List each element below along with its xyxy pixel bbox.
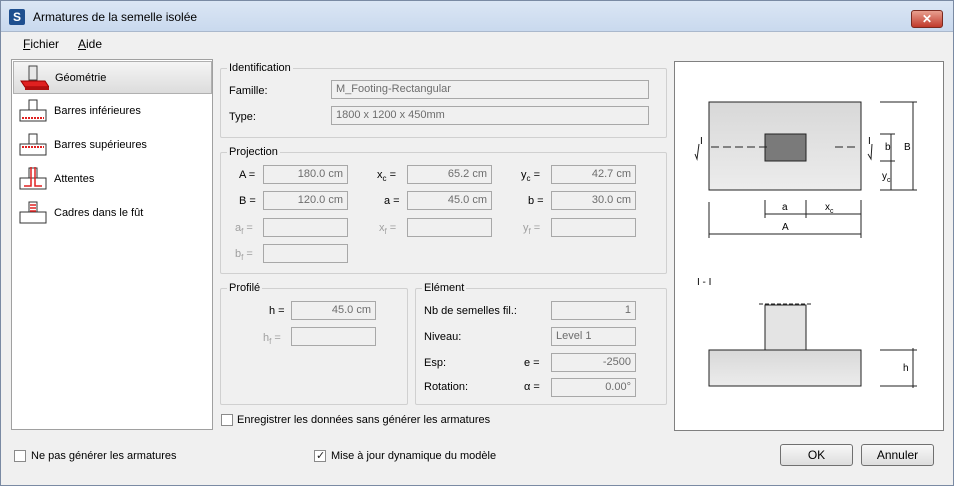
yc-label: yc = [521, 169, 540, 184]
ok-button[interactable]: OK [780, 444, 853, 466]
e-label: e = [524, 357, 540, 369]
famille-label: Famille: [229, 85, 268, 97]
close-button[interactable]: ✕ [911, 10, 943, 28]
nb-label: Nb de semelles fil.: [424, 305, 517, 317]
save-data-checkbox[interactable] [221, 414, 233, 426]
dim-B: B [904, 142, 911, 153]
B-label: B = [239, 195, 256, 207]
niveau-label: Niveau: [424, 331, 462, 343]
a-field[interactable]: 45.0 cm [407, 191, 492, 210]
nav-item-cadres-fut[interactable]: Cadres dans le fût [13, 197, 212, 230]
type-label: Type: [229, 111, 256, 123]
menu-fichier[interactable]: Fichier [23, 37, 59, 51]
famille-field[interactable]: M_Footing-Rectangular [331, 80, 649, 99]
footing-drawing: I I a xc A b B yc I - I h [694, 101, 917, 388]
no-generate-label: Ne pas générer les armatures [31, 450, 177, 462]
esp-label: Esp: [424, 357, 447, 369]
dim-yc: yc [882, 171, 891, 184]
dim-h: h [903, 363, 909, 374]
nav-item-barres-inferieures[interactable]: Barres inférieures [13, 95, 212, 128]
bf-field[interactable] [263, 244, 348, 263]
type-field[interactable]: 1800 x 1200 x 450mm [331, 106, 649, 125]
element-legend: Elément [422, 282, 467, 294]
e-field[interactable]: -2500 [551, 353, 636, 372]
alpha-label: α = [524, 381, 540, 393]
nav-item-barres-superieures[interactable]: Barres supérieures [13, 129, 212, 162]
a-label: a = [384, 195, 400, 207]
A-label: A = [239, 169, 256, 181]
dim-b: b [885, 142, 891, 153]
nav-item-attentes[interactable]: Attentes [13, 163, 212, 196]
section-marker-left: I [700, 136, 703, 147]
xf-label: xf = [379, 222, 397, 237]
pier-stirrups-icon [19, 201, 47, 224]
section-pier [764, 304, 807, 351]
nav-label: Cadres dans le fût [54, 207, 144, 219]
xc-field[interactable]: 65.2 cm [407, 165, 492, 184]
dynamic-update-label: Mise à jour dynamique du modèle [331, 450, 497, 462]
dim-a: a [782, 202, 788, 213]
nav-label: Barres inférieures [54, 105, 141, 117]
xc-label: xc = [377, 169, 396, 184]
plan-pier [764, 133, 807, 162]
dim-xc: xc [825, 202, 834, 215]
bf-label: bf = [235, 248, 253, 263]
footing-geometry-icon [20, 65, 49, 90]
nb-field[interactable]: 1 [551, 301, 636, 320]
B-field[interactable]: 120.0 cm [263, 191, 348, 210]
section-title: I - I [697, 277, 711, 288]
dim-A: A [782, 222, 789, 233]
rotation-label: Rotation: [424, 381, 469, 393]
dialog-window: S Armatures de la semelle isolée ✕ Fichi… [0, 0, 954, 486]
footing-preview: I I a xc A b B yc I - I h [674, 61, 944, 431]
identification-legend: Identification [227, 62, 293, 74]
category-list: Géométrie Barres inférieures Barres supé… [11, 59, 213, 430]
af-field[interactable] [263, 218, 348, 237]
bottom-bars-icon [19, 99, 47, 122]
projection-legend: Projection [227, 146, 280, 158]
no-generate-checkbox[interactable] [14, 450, 26, 462]
hf-field[interactable] [291, 327, 376, 346]
nav-label: Attentes [54, 173, 95, 185]
A-field[interactable]: 180.0 cm [263, 165, 348, 184]
hf-label: hf = [263, 332, 281, 347]
nav-label: Barres supérieures [54, 139, 147, 151]
yf-label: yf = [523, 222, 541, 237]
af-label: af = [235, 222, 253, 237]
menu-aide[interactable]: Aide [78, 37, 102, 51]
yf-field[interactable] [551, 218, 636, 237]
starter-bars-icon [19, 167, 47, 190]
b-label: b = [528, 195, 544, 207]
xf-field[interactable] [407, 218, 492, 237]
niveau-field[interactable]: Level 1 [551, 327, 636, 346]
title-bar: S Armatures de la semelle isolée ✕ [1, 1, 953, 32]
b-field[interactable]: 30.0 cm [551, 191, 636, 210]
menu-bar: Fichier Aide [1, 32, 953, 56]
nav-label: Géométrie [55, 72, 107, 84]
dynamic-update-checkbox[interactable] [314, 449, 326, 462]
nav-item-geometrie[interactable]: Géométrie [13, 61, 212, 94]
profile-legend: Profilé [227, 282, 263, 294]
identification-group [220, 68, 667, 138]
top-bars-icon [19, 133, 47, 156]
alpha-field[interactable]: 0.00° [551, 378, 636, 397]
h-field[interactable]: 45.0 cm [291, 301, 376, 320]
cancel-button[interactable]: Annuler [861, 444, 934, 466]
yc-field[interactable]: 42.7 cm [551, 165, 636, 184]
save-data-label: Enregistrer les données sans générer les… [237, 414, 491, 426]
section-marker-right: I [868, 136, 871, 147]
h-label: h = [269, 305, 285, 317]
window-title: Armatures de la semelle isolée [33, 10, 198, 24]
app-logo-icon: S [9, 9, 25, 25]
section-footing [708, 349, 862, 387]
